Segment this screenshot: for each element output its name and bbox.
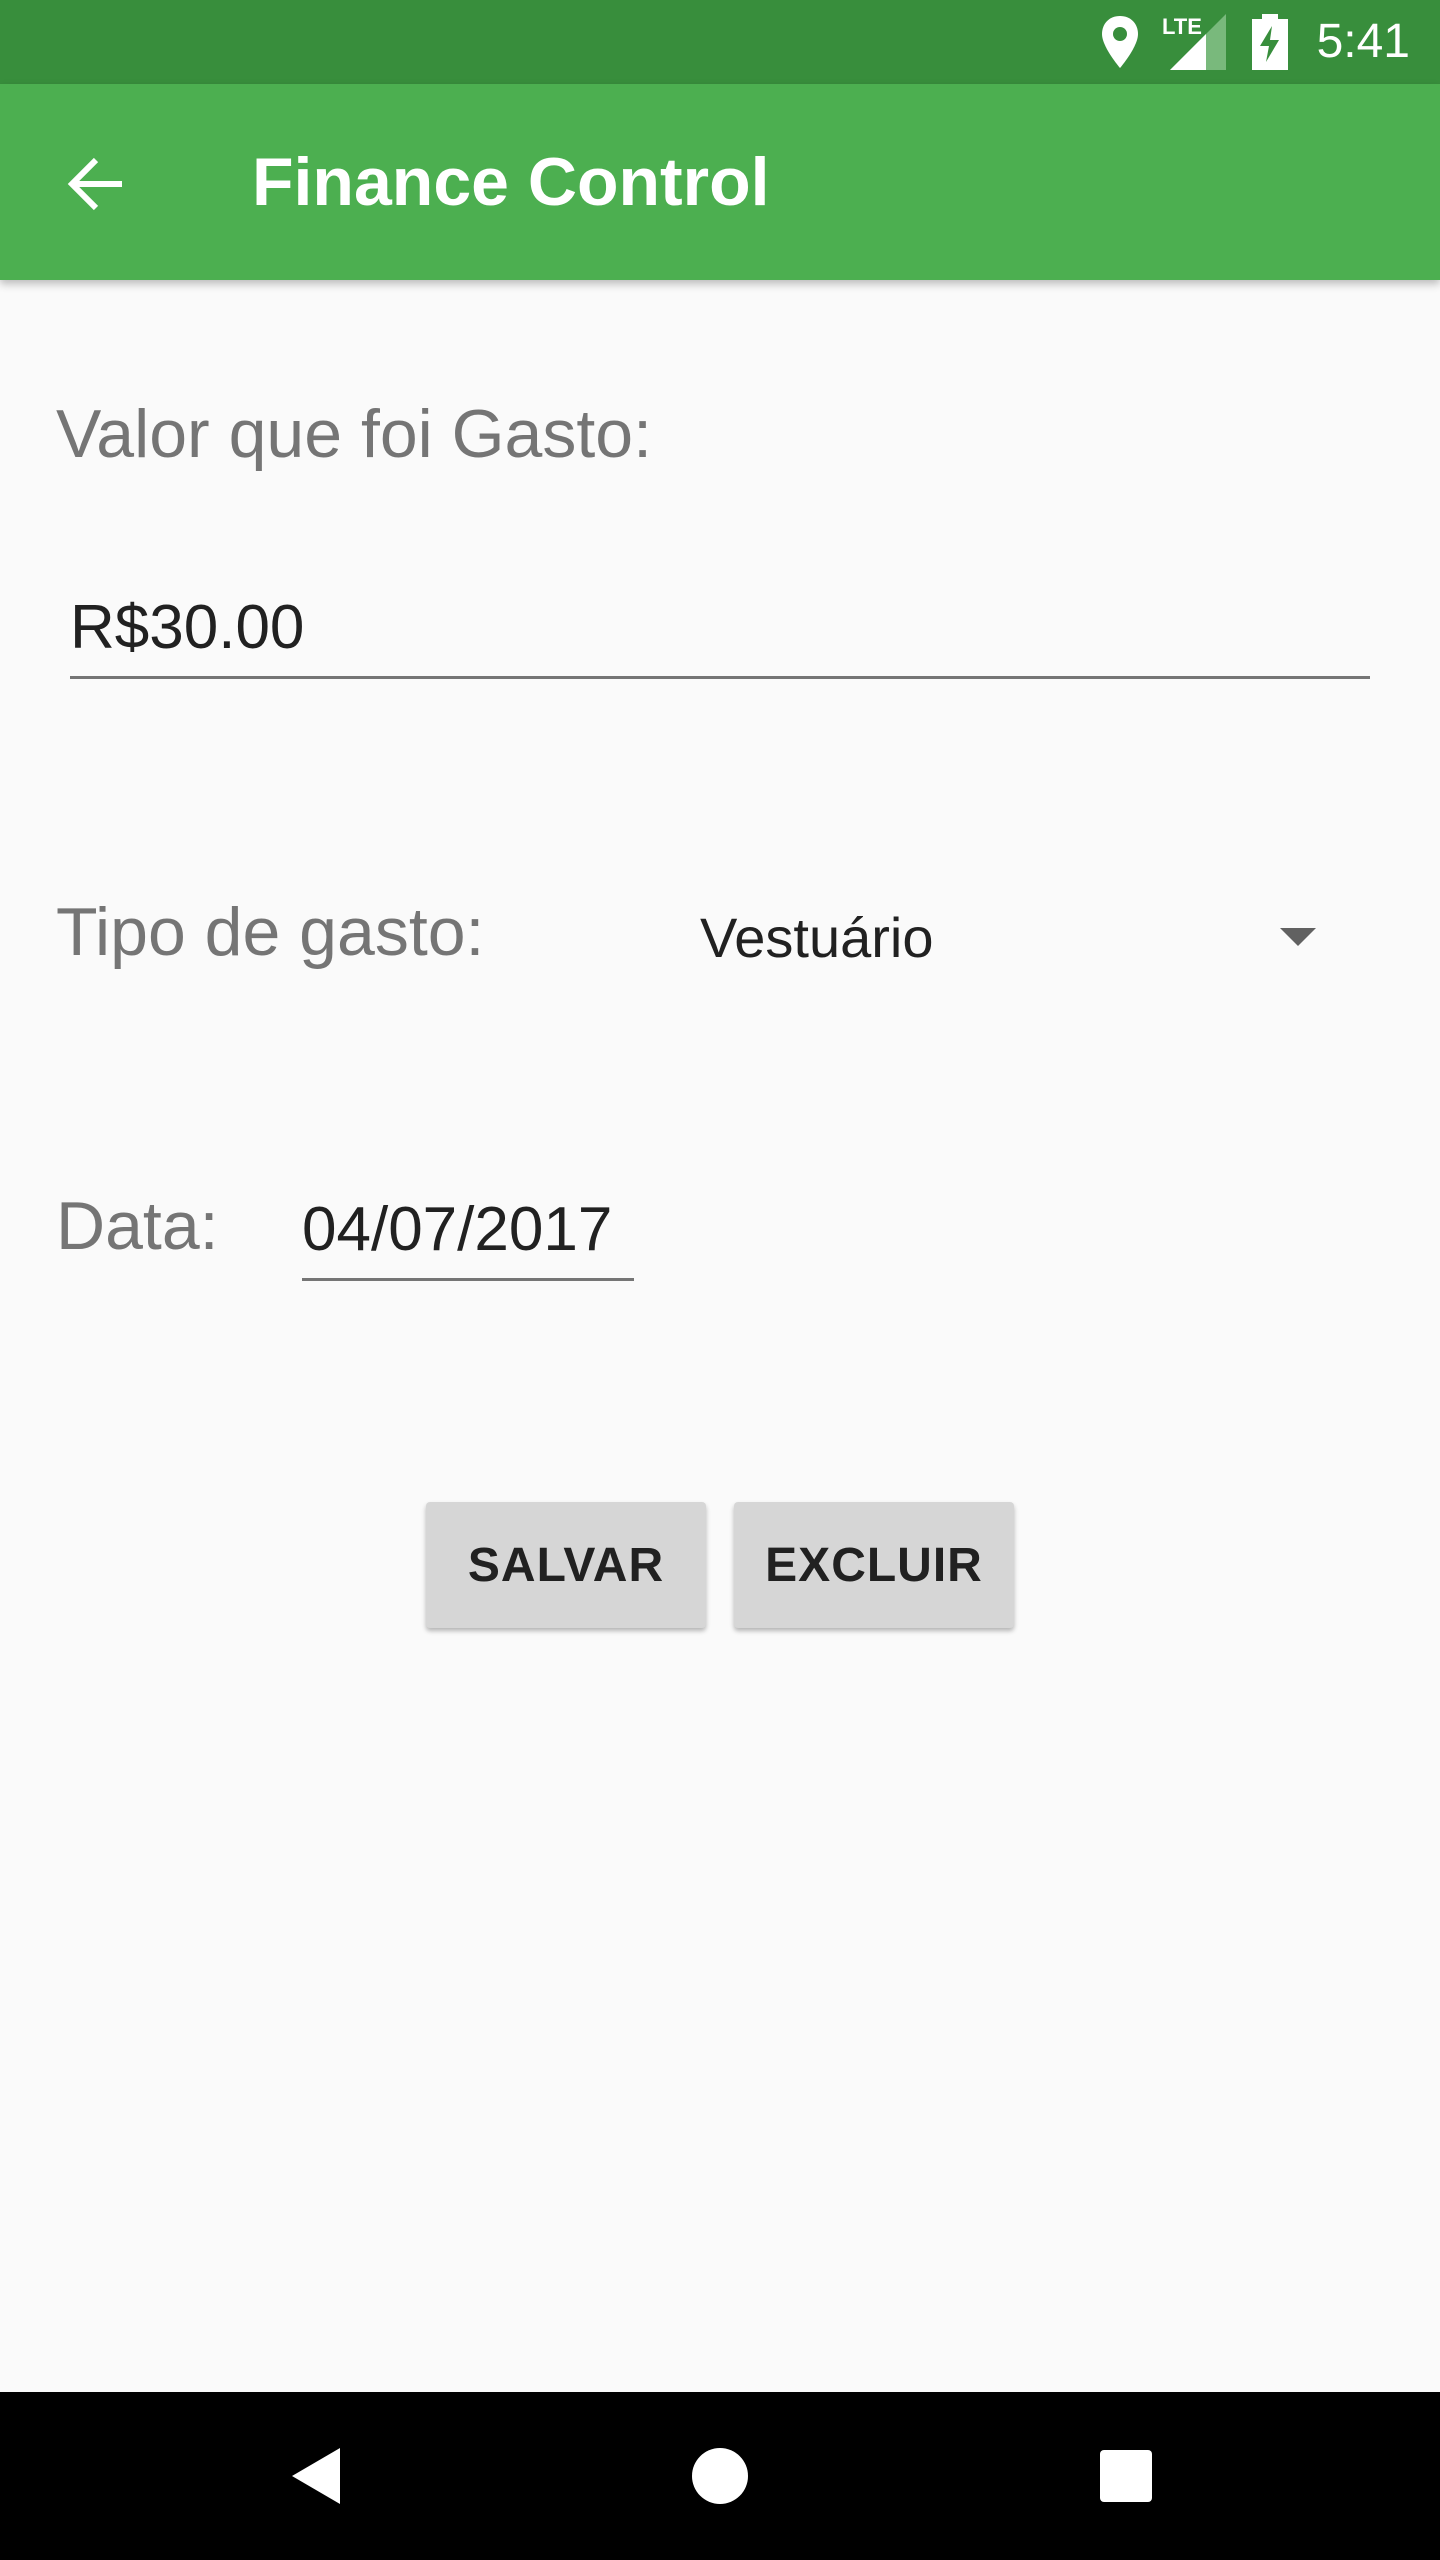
date-value: 04/07/2017: [302, 1195, 613, 1264]
type-dropdown[interactable]: Vestuário: [690, 890, 1340, 986]
nav-recents-button[interactable]: [1076, 2426, 1176, 2526]
type-label: Tipo de gasto:: [56, 894, 485, 970]
app-bar: Finance Control: [0, 84, 1440, 280]
delete-button[interactable]: EXCLUIR: [734, 1502, 1014, 1628]
signal-icon: [1170, 14, 1226, 70]
arrow-back-icon: [67, 157, 122, 211]
home-circle-icon: [692, 2448, 748, 2504]
type-selected-value: Vestuário: [700, 906, 934, 969]
page-title: Finance Control: [252, 144, 770, 220]
back-triangle-icon: [292, 2448, 340, 2504]
navigation-bar: [0, 2392, 1440, 2560]
amount-label: Valor que foi Gasto:: [56, 396, 652, 472]
status-time: 5:41: [1316, 15, 1410, 68]
amount-field[interactable]: [70, 580, 1370, 679]
back-button[interactable]: [48, 136, 144, 232]
recents-square-icon: [1100, 2450, 1152, 2502]
amount-input[interactable]: [70, 580, 1370, 674]
nav-home-button[interactable]: [670, 2426, 770, 2526]
status-bar: LTE 5:41: [0, 0, 1440, 84]
save-button[interactable]: SALVAR: [426, 1502, 706, 1628]
screen: LTE 5:41 Finance Control Valor que foi G…: [0, 0, 1440, 2560]
dropdown-arrow-icon: [1280, 928, 1316, 946]
date-label: Data:: [56, 1188, 219, 1264]
battery-charging-icon: [1252, 14, 1288, 70]
location-icon: [1102, 16, 1138, 68]
nav-back-button[interactable]: [266, 2426, 366, 2526]
date-field[interactable]: 04/07/2017: [302, 1186, 634, 1281]
